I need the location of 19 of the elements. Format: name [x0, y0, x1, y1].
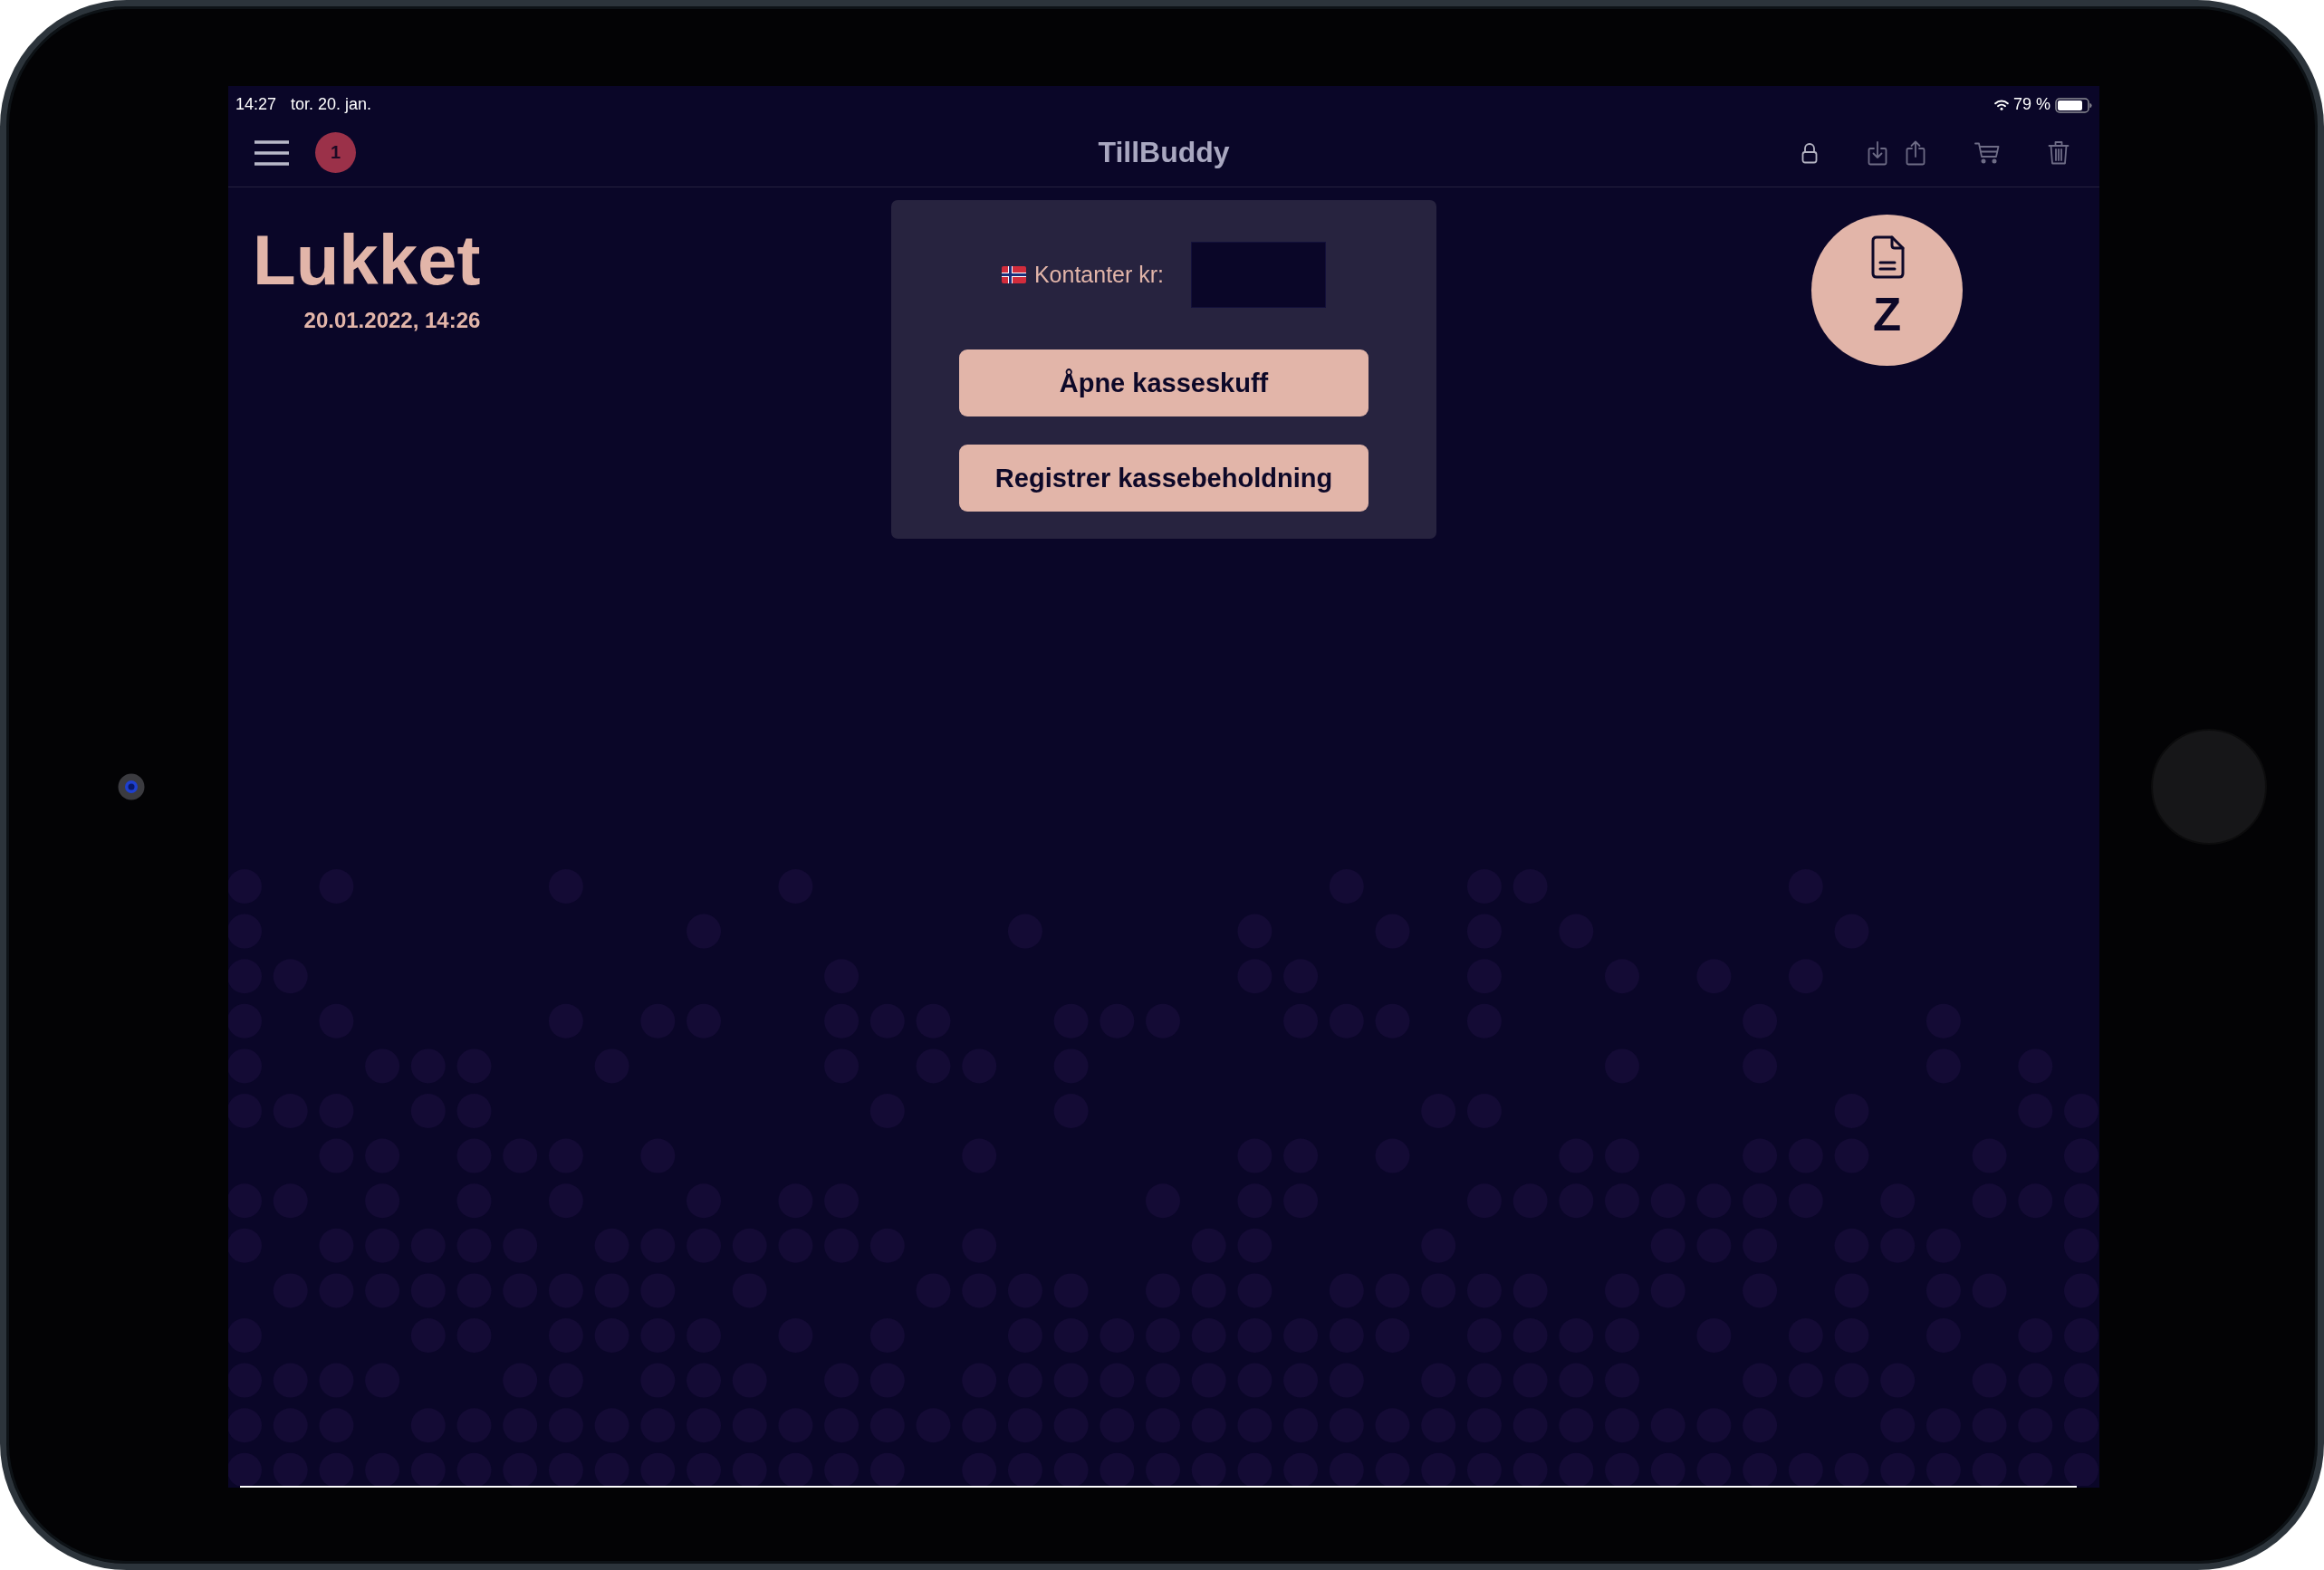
status-time: 14:27 [235, 95, 277, 115]
notification-badge: 1 [315, 132, 356, 173]
camera-lens-icon [117, 773, 145, 800]
menu-icon[interactable] [254, 139, 289, 166]
panel-action-button[interactable]: Registrer kassebeholdning [959, 445, 1368, 512]
status-title: Lukket [253, 225, 481, 295]
panel-action-button[interactable]: Åpne kasseskuff [959, 349, 1368, 416]
wifi-icon [1993, 100, 2009, 110]
cash-input-field[interactable] [1191, 242, 1327, 308]
battery-percentage: 79 % [2012, 95, 2050, 115]
flag-icon [1001, 266, 1026, 283]
document-icon [1869, 235, 1905, 279]
cash-label: Kontanter kr: [1033, 262, 1165, 288]
battery-icon [2055, 97, 2092, 113]
closed-timestamp: 20.01.2022, 14:26 [303, 308, 481, 334]
status-date: tor. 20. jan. [291, 95, 372, 115]
app-title: TillBuddy [1098, 136, 1230, 169]
lock-icon[interactable] [1801, 141, 1818, 164]
z-report-button[interactable]: Z [1811, 215, 1963, 366]
